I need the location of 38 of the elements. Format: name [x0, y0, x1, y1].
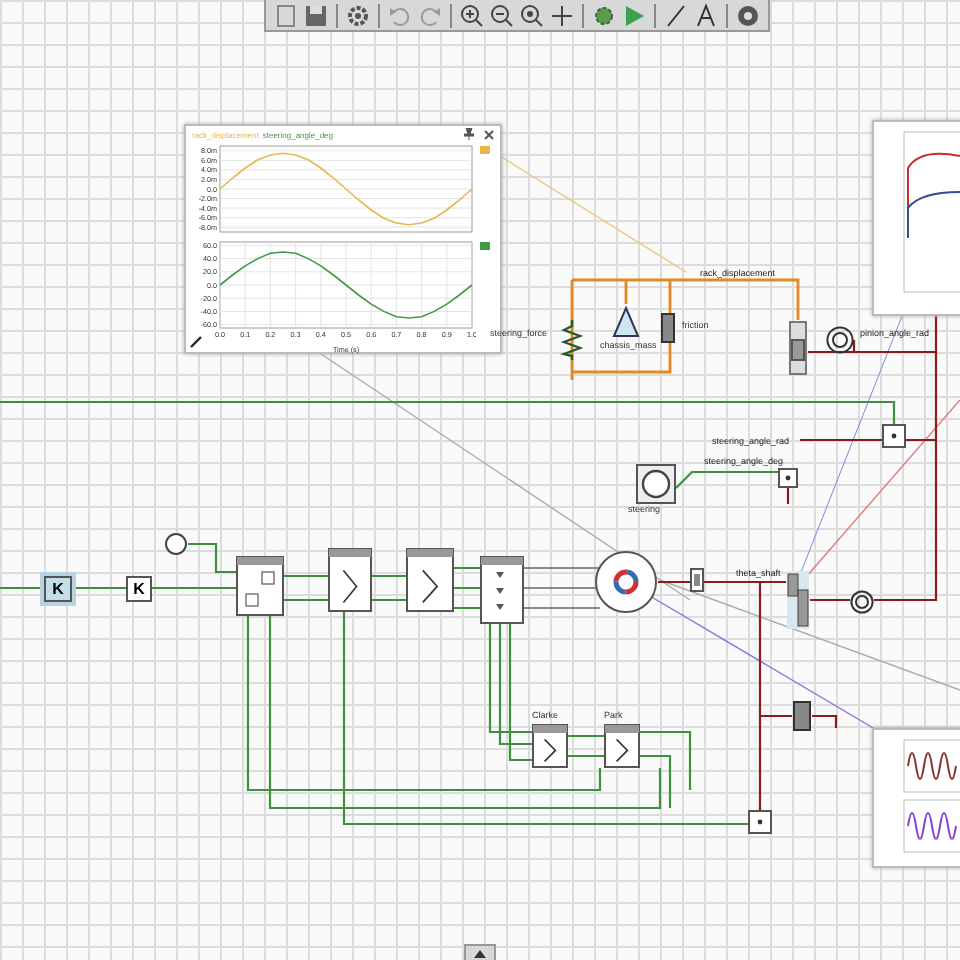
zoom-fit-button[interactable] — [518, 1, 546, 29]
help-button[interactable] — [734, 1, 762, 29]
sensor-block — [778, 468, 798, 488]
spring-icon — [562, 320, 582, 360]
caret-icon — [474, 949, 486, 957]
spiral-spring-icon — [826, 326, 854, 354]
source-block — [164, 532, 188, 556]
transform-block — [532, 724, 568, 768]
crosshair-button[interactable] — [548, 1, 576, 29]
sensor-block — [882, 424, 906, 448]
line-button[interactable] — [662, 1, 690, 29]
gain-block[interactable]: K — [126, 576, 152, 602]
zoom-in-button[interactable] — [458, 1, 486, 29]
pin-icon[interactable] — [464, 128, 474, 140]
gear-button[interactable] — [590, 1, 618, 29]
zoom-out-button[interactable] — [488, 1, 516, 29]
transform-block — [328, 548, 372, 612]
transform-block — [406, 548, 454, 612]
inverter-block — [480, 556, 524, 624]
text-button[interactable] — [692, 1, 720, 29]
coupling-icon — [690, 568, 704, 592]
pencil-icon[interactable] — [190, 336, 202, 348]
panel-toggle-button[interactable] — [464, 944, 496, 960]
save-button[interactable] — [302, 1, 330, 29]
motor-block — [594, 550, 658, 614]
controller-block — [236, 556, 284, 616]
steering-wheel-block — [636, 464, 676, 504]
transform-block — [604, 724, 640, 768]
damper-icon — [792, 700, 812, 732]
settings-button[interactable] — [344, 1, 372, 29]
close-icon[interactable] — [484, 129, 494, 139]
sensor-block — [748, 810, 772, 834]
damper-icon — [660, 312, 676, 344]
mass-icon — [612, 304, 640, 340]
gain-block[interactable]: K — [44, 576, 72, 602]
rack-icon — [788, 320, 808, 376]
gearbox-icon — [786, 570, 810, 630]
spiral-spring-icon — [850, 590, 874, 614]
